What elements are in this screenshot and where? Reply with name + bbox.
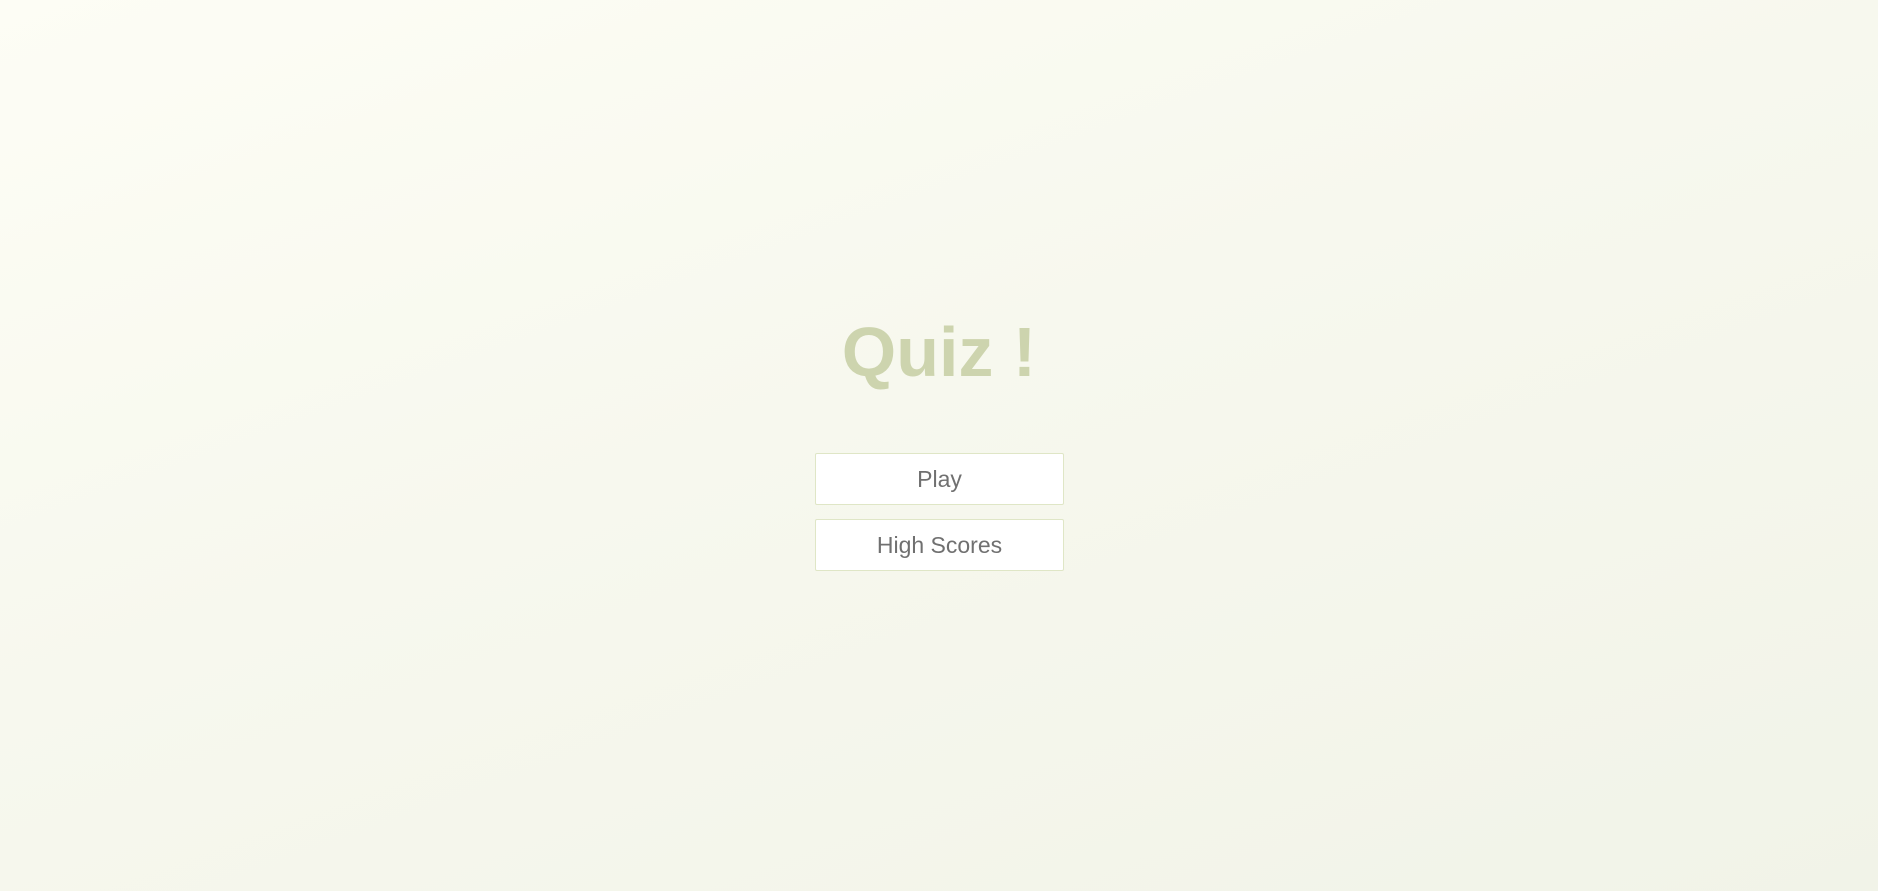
- high-scores-button[interactable]: High Scores: [815, 519, 1064, 571]
- page-title: Quiz !: [841, 313, 1037, 391]
- home-screen: Quiz ! Play High Scores: [0, 0, 1878, 891]
- play-button[interactable]: Play: [815, 453, 1064, 505]
